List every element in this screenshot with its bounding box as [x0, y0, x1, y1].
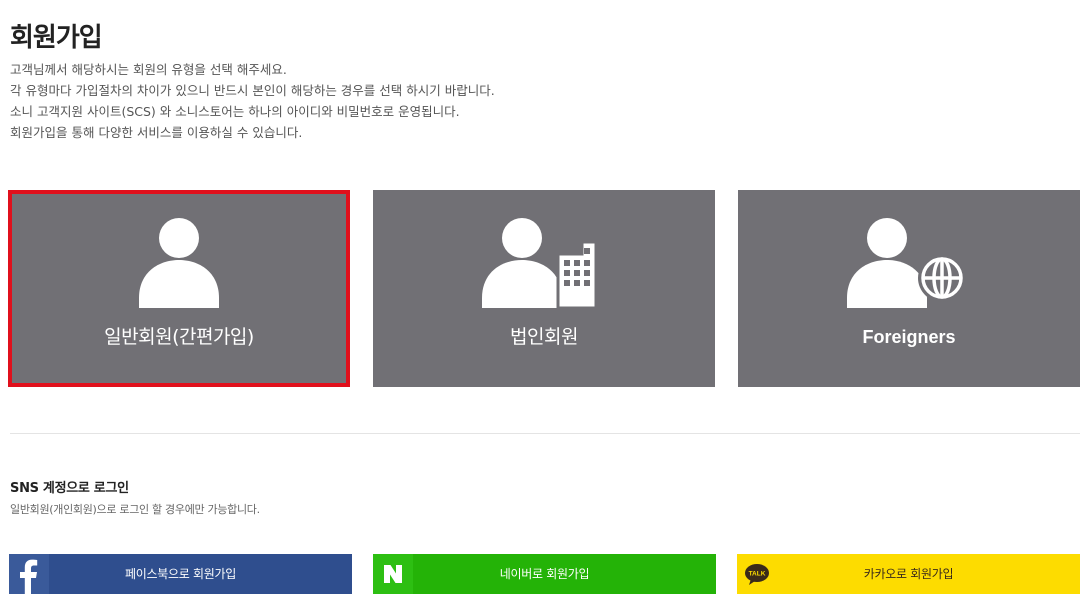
page-title: 회원가입 — [10, 23, 103, 54]
member-type-label: 법인회원 — [510, 326, 578, 348]
person-building-icon — [373, 216, 715, 308]
member-type-general-button[interactable]: 일반회원(간편가입) — [8, 190, 350, 387]
member-type-foreigners-button[interactable]: Foreigners — [738, 190, 1080, 387]
facebook-signup-button[interactable]: 페이스북으로 회원가입 — [9, 554, 352, 594]
intro-line: 소니 고객지원 사이트(SCS) 와 소니스토어는 하나의 아이디와 비밀번호로… — [10, 104, 460, 119]
intro-text: 고객님께서 해당하시는 회원의 유형을 선택 해주세요. 각 유형마다 가입절차… — [10, 59, 495, 143]
member-type-label: Foreigners — [862, 327, 956, 347]
member-type-corporate-button[interactable]: 법인회원 — [373, 190, 715, 387]
member-type-label: 일반회원(간편가입) — [104, 326, 254, 348]
sns-section-note: 일반회원(개인회원)으로 로그인 할 경우에만 가능합니다. — [10, 503, 260, 516]
sns-button-label: 페이스북으로 회원가입 — [125, 567, 236, 581]
person-globe-icon — [738, 216, 1080, 308]
naver-signup-button[interactable]: 네이버로 회원가입 — [373, 554, 716, 594]
sns-section-title: SNS 계정으로 로그인 — [10, 481, 129, 496]
person-icon — [8, 216, 350, 308]
sns-button-label: 네이버로 회원가입 — [499, 567, 590, 581]
kakao-signup-button[interactable]: TALK 카카오로 회원가입 — [737, 554, 1080, 594]
intro-line: 각 유형마다 가입절차의 차이가 있으니 반드시 본인이 해당하는 경우를 선택… — [10, 83, 495, 98]
sns-button-label: 카카오로 회원가입 — [863, 567, 954, 581]
intro-line: 고객님께서 해당하시는 회원의 유형을 선택 해주세요. — [10, 62, 287, 77]
intro-line: 회원가입을 통해 다양한 서비스를 이용하실 수 있습니다. — [10, 125, 303, 140]
section-divider — [10, 433, 1080, 434]
signup-page: 회원가입 고객님께서 해당하시는 회원의 유형을 선택 해주세요. 각 유형마다… — [0, 0, 1087, 601]
